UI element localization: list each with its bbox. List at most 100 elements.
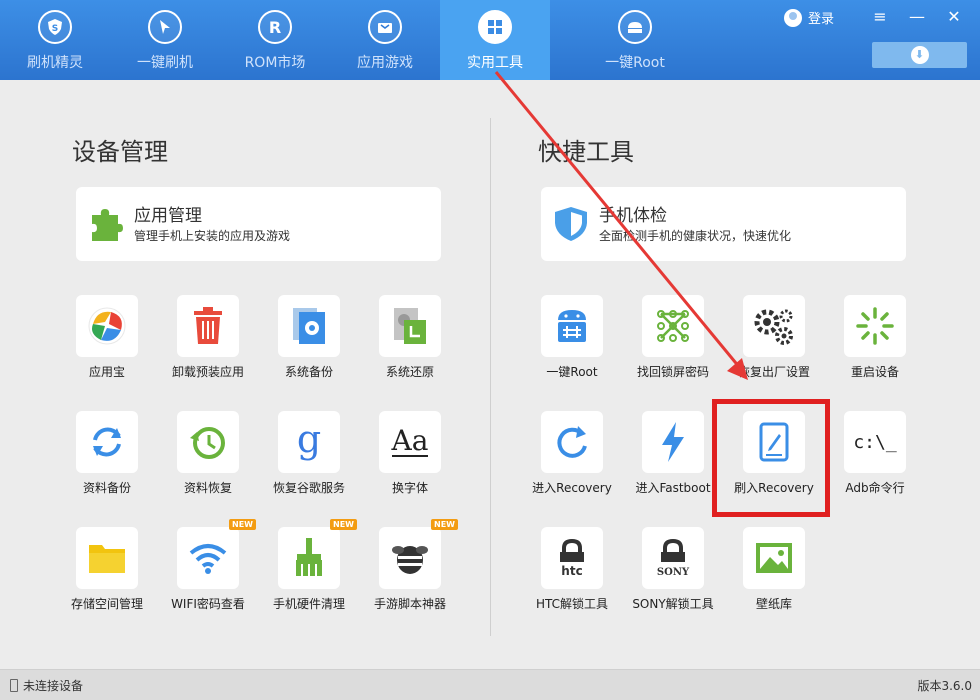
tool-label: 壁纸库 (755, 597, 792, 611)
tool-label: 卸载预装应用 (171, 365, 244, 379)
tab-flash-genie[interactable]: S 刷机精灵 (0, 0, 110, 80)
minimize-icon[interactable]: — (905, 6, 929, 28)
close-icon[interactable]: ✕ (942, 6, 966, 28)
tool-label: 找回锁屏密码 (636, 365, 709, 379)
trash-icon (194, 307, 222, 344)
connection-status: 未连接设备 (10, 677, 83, 694)
tab-label: 实用工具 (467, 55, 523, 71)
tool-change-font[interactable]: Aa 换字体 (355, 411, 465, 511)
system-backup-icon (293, 308, 325, 344)
tool-game-script[interactable]: NEW 手游脚本神器 (355, 519, 465, 627)
tool-sony-unlock[interactable]: SONY SONY解锁工具 (618, 527, 728, 627)
user-avatar-icon (784, 8, 802, 27)
tool-system-restore[interactable]: 系统还原 (355, 295, 465, 395)
tool-enter-recovery[interactable]: 进入Recovery (517, 411, 627, 511)
tool-reboot-device[interactable]: 重启设备 (820, 295, 930, 395)
tool-factory-reset[interactable]: 恢复出厂设置 (719, 295, 829, 395)
svg-text:Aa: Aa (391, 424, 429, 457)
android-icon (618, 10, 652, 44)
tool-data-backup[interactable]: 资料备份 (52, 411, 162, 511)
top-nav-bar: S 刷机精灵 一键刷机 R ROM市场 应用游戏 实用工具 一键Root 登录 … (0, 0, 980, 80)
tool-wifi-password[interactable]: NEW WIFI密码查看 (153, 519, 263, 627)
tool-wallpaper-library[interactable]: 壁纸库 (719, 527, 829, 627)
restore-clock-icon (190, 427, 225, 459)
gears-icon (754, 309, 793, 345)
android-root-icon (558, 310, 586, 342)
tool-label: 手游脚本神器 (373, 597, 446, 611)
phone-checkup-card[interactable]: 手机体检 全面检测手机的健康状况，快速优化 (541, 187, 906, 261)
puzzle-icon (88, 205, 124, 243)
broom-icon (296, 538, 322, 576)
tool-icon-box (177, 411, 239, 473)
image-icon (756, 543, 792, 573)
yingyongbao-icon (88, 307, 126, 345)
loading-spinner-icon (856, 307, 894, 345)
google-icon: g (297, 420, 321, 461)
tool-data-restore[interactable]: 资料恢复 (153, 411, 263, 511)
tool-label: WIFI密码查看 (171, 597, 245, 611)
tool-yingyongbao[interactable]: 应用宝 (52, 295, 162, 395)
tab-label: 应用游戏 (357, 55, 413, 71)
tab-utilities[interactable]: 实用工具 (440, 0, 550, 80)
tool-label: SONY解锁工具 (632, 597, 714, 611)
tool-hardware-cleanup[interactable]: NEW 手机硬件清理 (254, 519, 364, 627)
new-badge: NEW (229, 519, 256, 530)
tool-label: 应用宝 (88, 365, 125, 379)
tool-one-click-root[interactable]: 一键Root (517, 295, 627, 395)
card-title: 手机体检 (599, 206, 667, 226)
tool-icon-box: htc (541, 527, 603, 589)
tool-icon-box (76, 295, 138, 357)
lightning-icon (662, 422, 684, 462)
tool-icon-box: SONY (642, 527, 704, 589)
tab-apps-games[interactable]: 应用游戏 (330, 0, 440, 80)
tool-label: HTC解锁工具 (535, 597, 609, 611)
tool-icon-box (844, 295, 906, 357)
tool-restore-google-services[interactable]: g 恢复谷歌服务 (254, 411, 364, 511)
tool-uninstall-preinstalled[interactable]: 卸载预装应用 (153, 295, 263, 395)
tab-one-click-root[interactable]: 一键Root (580, 0, 690, 80)
tool-icon-box (642, 411, 704, 473)
tool-label: 重启设备 (850, 365, 899, 379)
tool-recover-lock-password[interactable]: 找回锁屏密码 (618, 295, 728, 395)
device-management-title: 设备管理 (72, 138, 168, 166)
tool-label: 进入Recovery (532, 481, 612, 495)
tool-label: 资料恢复 (183, 481, 232, 495)
tool-htc-unlock[interactable]: htc HTC解锁工具 (517, 527, 627, 627)
tool-label: 资料备份 (82, 481, 131, 495)
tool-storage-management[interactable]: 存储空间管理 (52, 527, 162, 627)
tool-label: 手机硬件清理 (272, 597, 345, 611)
tool-system-backup[interactable]: 系统备份 (254, 295, 364, 395)
new-badge: NEW (431, 519, 458, 530)
tool-label: 恢复谷歌服务 (272, 481, 345, 495)
download-manager-button[interactable]: ⬇ (872, 42, 967, 68)
tool-label: 恢复出厂设置 (737, 365, 810, 379)
tab-one-click-flash[interactable]: 一键刷机 (110, 0, 220, 80)
menu-icon[interactable]: ≡ (868, 6, 892, 28)
tool-icon-box (76, 411, 138, 473)
tab-rom-market[interactable]: R ROM市场 (220, 0, 330, 80)
terminal-icon: c:\_ (853, 431, 897, 453)
download-icon: ⬇ (910, 46, 929, 64)
tool-adb-command[interactable]: c:\_ Adb命令行 (820, 411, 930, 511)
tool-label: 系统备份 (284, 365, 333, 379)
htc-lock-icon: htc (560, 538, 584, 578)
card-desc: 全面检测手机的健康状况，快速优化 (599, 229, 792, 243)
tool-label: 系统还原 (385, 365, 434, 379)
htc-logo-text: htc (561, 564, 582, 578)
folder-icon (89, 545, 125, 573)
login-button[interactable]: 登录 (784, 8, 834, 27)
system-restore-icon (394, 308, 426, 344)
tool-icon-box: g (278, 411, 340, 473)
section-divider (490, 118, 491, 636)
app-management-card[interactable]: 应用管理 管理手机上安装的应用及游戏 (76, 187, 441, 261)
tool-icon-box (541, 411, 603, 473)
tab-label: 一键Root (605, 55, 665, 71)
sony-lock-icon: SONY (657, 538, 690, 578)
tool-icon-box (278, 527, 340, 589)
phone-icon (10, 679, 18, 692)
tool-icon-box (642, 295, 704, 357)
quick-tools-title: 快捷工具 (538, 138, 634, 166)
tool-icon-box (76, 527, 138, 589)
tool-icon-box (379, 527, 441, 589)
svg-text:S: S (52, 24, 58, 34)
